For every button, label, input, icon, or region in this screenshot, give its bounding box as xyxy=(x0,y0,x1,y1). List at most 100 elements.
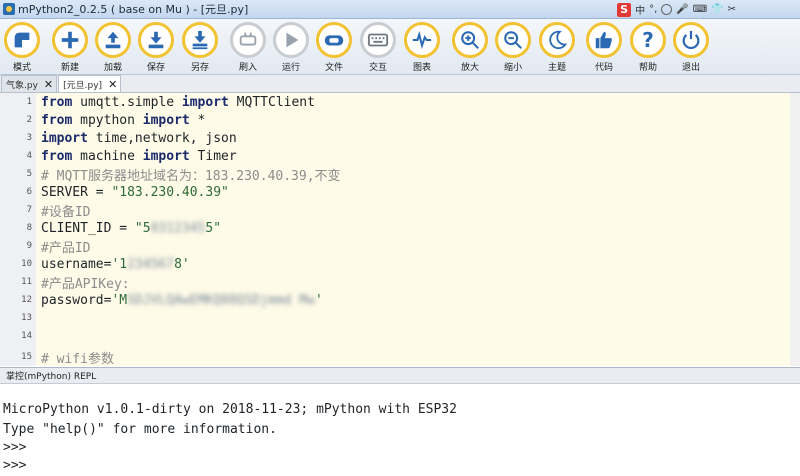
ime-keyboard-icon[interactable]: ⌨ xyxy=(693,4,707,15)
window-title: mPython2_0.2.5 ( base on Mu ) - [元旦.py] xyxy=(18,3,249,16)
code-line[interactable]: 4 from machine import Timer xyxy=(0,147,800,165)
new-button[interactable]: 新建 xyxy=(50,22,90,73)
code-text[interactable]: password='MSDJVLQAwEMKQ88QSDjmmd Mw' xyxy=(41,293,323,308)
line-number: 9 xyxy=(26,241,32,251)
code-line[interactable]: 9 #产品ID xyxy=(0,237,800,256)
save-label: 保存 xyxy=(146,63,165,73)
ime-punct[interactable]: °, xyxy=(649,4,657,15)
close-tab-icon[interactable]: ✕ xyxy=(108,78,117,91)
code-line[interactable]: 12 password='MSDJVLQAwEMKQ88QSDjmmd Mw' xyxy=(0,291,800,309)
ime-tools-icon[interactable]: ✂ xyxy=(728,4,736,15)
code-line[interactable]: 5 # MQTT服务器地址域名为：183.230.40.39,不变 xyxy=(0,165,800,184)
ime-mode[interactable]: 中 xyxy=(635,2,645,17)
play-icon xyxy=(273,22,309,58)
code-line[interactable]: 13 xyxy=(0,309,800,327)
power-icon xyxy=(673,22,709,58)
close-tab-icon[interactable]: ✕ xyxy=(44,78,53,91)
repl-title: 掌控(mPython) REPL xyxy=(6,372,97,382)
save-button[interactable]: 保存 xyxy=(136,22,176,73)
repl-line: >>> xyxy=(3,440,27,455)
save-as-button[interactable]: 另存 xyxy=(180,22,220,73)
load-button[interactable]: 加载 xyxy=(93,22,133,73)
quit-button[interactable]: 退出 xyxy=(671,22,711,73)
code-line[interactable]: 2 from mpython import * xyxy=(0,111,800,129)
code-line[interactable]: 15 # wifi参数 xyxy=(0,348,800,367)
line-number: 14 xyxy=(21,331,32,341)
mode-icon xyxy=(4,22,40,58)
help-label: 帮助 xyxy=(638,63,657,73)
code-line[interactable]: 8 CLIENT_ID = "503123455" xyxy=(0,219,800,237)
zoom-in-icon xyxy=(452,22,488,58)
line-number: 1 xyxy=(26,97,32,107)
code-text[interactable]: #产品APIKey: xyxy=(41,273,130,292)
ime-emoji-icon[interactable] xyxy=(661,4,673,15)
vertical-scrollbar[interactable] xyxy=(790,93,800,366)
code-text[interactable]: #设备ID xyxy=(41,201,90,220)
code-text[interactable]: from umqtt.simple import MQTTClient xyxy=(41,95,315,110)
repl-line: Type "help()" for more information. xyxy=(3,422,277,437)
line-number: 3 xyxy=(26,133,32,143)
plotter-label: 图表 xyxy=(412,63,431,73)
tab-weather[interactable]: 气象.py ✕ xyxy=(1,75,58,92)
plotter-button[interactable]: 图表 xyxy=(402,22,442,73)
code-text[interactable]: from machine import Timer xyxy=(41,149,237,164)
zoom-in-button[interactable]: 放大 xyxy=(450,22,490,73)
repl-button[interactable]: 交互 xyxy=(358,22,398,73)
mode-button[interactable]: 模式 xyxy=(2,22,42,73)
theme-button[interactable]: 主题 xyxy=(537,22,577,73)
tab-label: 气象.py xyxy=(6,80,38,91)
code-text[interactable]: from mpython import * xyxy=(41,113,205,128)
code-text[interactable]: SERVER = "183.230.40.39" xyxy=(41,185,229,200)
mode-label: 模式 xyxy=(12,63,31,73)
code-line[interactable]: 6 SERVER = "183.230.40.39" xyxy=(0,183,800,201)
ime-toolbar[interactable]: S 中 °, 🎤 ⌨ 👕 ✂ xyxy=(617,2,736,17)
code-line[interactable]: 11 #产品APIKey: xyxy=(0,273,800,292)
code-line[interactable]: 14 xyxy=(0,327,800,345)
ime-voice-icon[interactable]: 🎤 xyxy=(676,4,688,15)
sogou-logo-icon[interactable]: S xyxy=(617,2,632,17)
code-text[interactable]: CLIENT_ID = "503123455" xyxy=(41,221,221,236)
flash-icon xyxy=(230,22,266,58)
tab-bar: 气象.py ✕ [元旦.py] ✕ xyxy=(0,75,800,93)
zoom-out-button[interactable]: 缩小 xyxy=(493,22,533,73)
zoom-in-label: 放大 xyxy=(460,63,479,73)
tab-label: [元旦.py] xyxy=(63,80,103,91)
run-button[interactable]: 运行 xyxy=(271,22,311,73)
tab-yuandan[interactable]: [元旦.py] ✕ xyxy=(58,75,122,92)
line-number: 7 xyxy=(26,205,32,215)
download-icon xyxy=(138,22,174,58)
code-text[interactable]: # wifi参数 xyxy=(41,348,114,367)
help-button[interactable]: ? 帮助 xyxy=(628,22,668,73)
files-label: 文件 xyxy=(324,63,343,73)
line-number: 11 xyxy=(21,277,32,287)
code-text[interactable]: username='12345678' xyxy=(41,257,190,272)
code-text[interactable]: # MQTT服务器地址域名为：183.230.40.39,不变 xyxy=(41,165,341,184)
code-line[interactable]: 1 from umqtt.simple import MQTTClient xyxy=(0,93,800,111)
line-number: 5 xyxy=(26,169,32,179)
flash-label: 刷入 xyxy=(238,63,257,73)
files-button[interactable]: 文件 xyxy=(314,22,354,73)
code-line[interactable]: 3 import time,network, json xyxy=(0,129,800,147)
code-label: 代码 xyxy=(594,63,613,73)
line-number: 6 xyxy=(26,187,32,197)
line-number: 10 xyxy=(21,259,32,269)
repl-console[interactable]: MicroPython v1.0.1-dirty on 2018-11-23; … xyxy=(0,384,800,476)
code-text[interactable]: #产品ID xyxy=(41,237,90,256)
code-line[interactable]: 7 #设备ID xyxy=(0,201,800,220)
code-line[interactable]: 10 username='12345678' xyxy=(0,255,800,273)
files-icon xyxy=(316,22,352,58)
code-button[interactable]: 代码 xyxy=(584,22,624,73)
line-number: 13 xyxy=(21,313,32,323)
line-number: 8 xyxy=(26,223,32,233)
code-text[interactable]: import time,network, json xyxy=(41,131,237,146)
repl-prompt[interactable]: >>> xyxy=(3,458,26,473)
zoom-out-label: 缩小 xyxy=(503,63,522,73)
code-editor[interactable]: 1 from umqtt.simple import MQTTClient 2 … xyxy=(0,93,800,366)
main-toolbar: 模式 新建 加载 保存 另存 刷入 运行 文件 交互 图表 放大 缩小 主题 代… xyxy=(0,19,800,75)
ime-skin-icon[interactable]: 👕 xyxy=(711,4,723,15)
plotter-icon xyxy=(404,22,440,58)
line-number: 15 xyxy=(21,352,32,362)
flash-button[interactable]: 刷入 xyxy=(228,22,268,73)
keyboard-icon xyxy=(360,22,396,58)
new-label: 新建 xyxy=(60,63,79,73)
